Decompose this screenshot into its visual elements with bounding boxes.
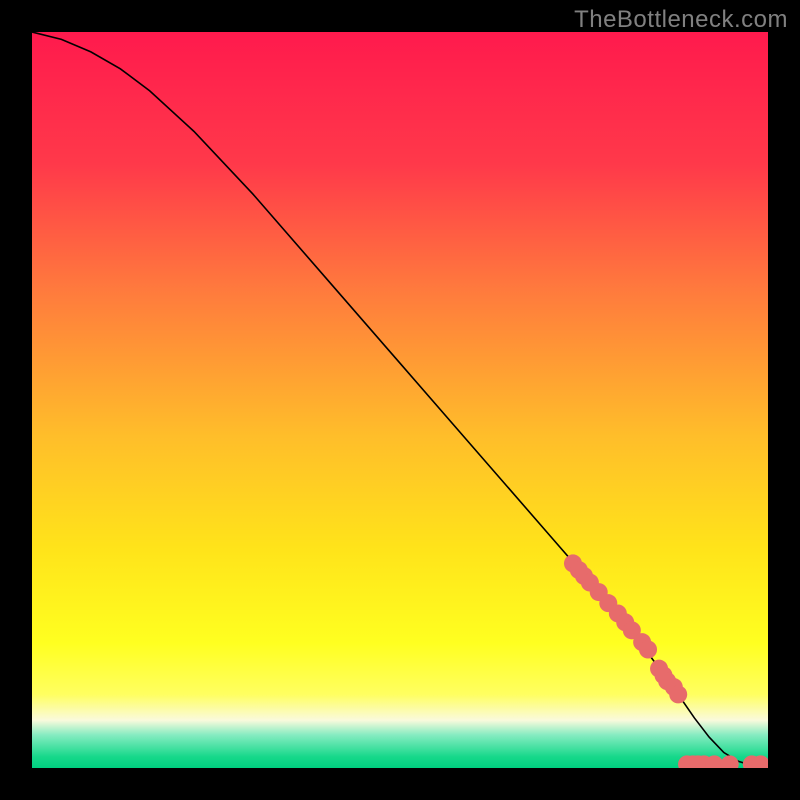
data-point xyxy=(639,641,657,659)
plot-area xyxy=(32,32,768,768)
sample-points xyxy=(564,554,768,768)
chart-frame: TheBottleneck.com xyxy=(0,0,800,800)
points-layer xyxy=(32,32,768,768)
watermark-text: TheBottleneck.com xyxy=(574,6,788,34)
data-point xyxy=(721,755,739,768)
data-point xyxy=(669,685,687,703)
